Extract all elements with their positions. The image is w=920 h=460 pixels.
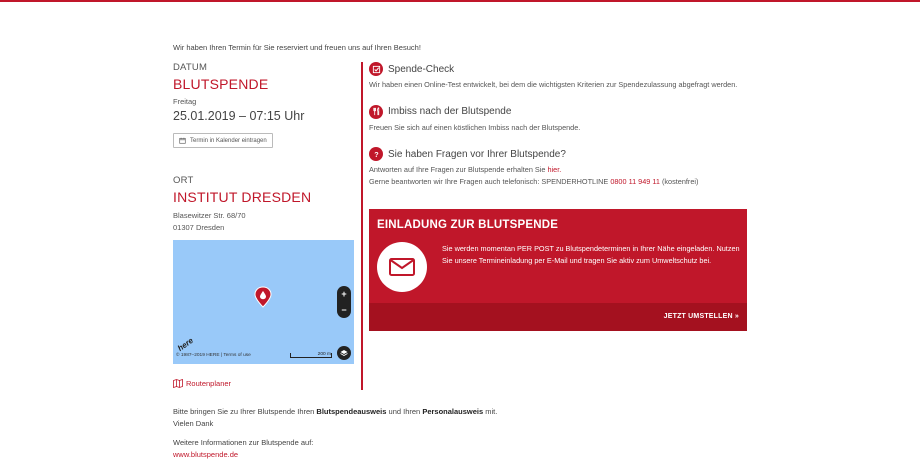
section-questions: ? Sie haben Fragen vor Ihrer Blutspende?… (369, 147, 749, 187)
add-to-calendar-button[interactable]: Termin in Kalender eintragen (173, 133, 273, 148)
zoom-out-button[interactable]: − (341, 305, 346, 315)
right-column: Spende-Check Wir haben einen Online-Test… (369, 62, 749, 201)
add-to-calendar-label: Termin in Kalender eintragen (190, 137, 267, 144)
section-donation-check: Spende-Check Wir haben einen Online-Test… (369, 62, 749, 91)
checklist-icon (369, 62, 383, 76)
switch-now-button[interactable]: JETZT UMSTELLEN » (664, 313, 739, 320)
location-street: Blasewitzer Str. 68/70 (173, 211, 246, 220)
faq-link[interactable]: hier. (547, 165, 561, 174)
section-title: Imbiss nach der Blutspende (388, 106, 512, 117)
appointment-type: BLUTSPENDE (173, 76, 269, 92)
here-logo: here (175, 335, 195, 354)
section-title: Sie haben Fragen vor Ihrer Blutspende? (388, 148, 566, 160)
thanks-text: Vielen Dank (173, 418, 214, 428)
footer-notes: Bitte bringen Sie zu Ihrer Blutspende Ih… (173, 406, 497, 460)
note-text: Bitte bringen Sie zu Ihrer Blutspende Ih… (173, 407, 317, 416)
question-icon: ? (369, 147, 383, 161)
more-info-text: Weitere Informationen zur Blutspende auf… (173, 438, 314, 447)
zoom-in-button[interactable]: + (341, 289, 346, 299)
bring-documents-note: Bitte bringen Sie zu Ihrer Blutspende Ih… (173, 406, 497, 418)
map-zoom-control: + − (337, 286, 351, 318)
top-accent-bar (0, 0, 920, 2)
envelope-icon (377, 242, 427, 292)
invitation-footer: JETZT UMSTELLEN » (369, 303, 747, 331)
hotline-link[interactable]: 0800 11 949 11 (610, 177, 660, 186)
invitation-text: Sie werden momentan PER POST zu Blutspen… (442, 244, 740, 265)
section-body: Freuen Sie sich auf einen köstlichen Imb… (369, 122, 581, 132)
note-text: mit. (483, 407, 498, 416)
left-column: DATUM BLUTSPENDE Freitag 25.01.2019 – 07… (173, 62, 355, 234)
location-city: 01307 Dresden (173, 223, 225, 232)
location-name: INSTITUT DRESDEN (173, 189, 312, 205)
invitation-banner: EINLADUNG ZUR BLUTSPENDE Sie werden mome… (369, 209, 747, 331)
blutspende-website-link[interactable]: www.blutspende.de (173, 449, 497, 460)
svg-text:?: ? (374, 150, 378, 159)
section-body: Wir haben einen Online-Test entwickelt, … (369, 80, 738, 89)
route-planner-link[interactable]: Routenplaner (173, 379, 231, 388)
layers-icon (340, 350, 348, 356)
route-planner-label: Routenplaner (186, 379, 232, 388)
id-card-label: Personalausweis (422, 407, 484, 416)
map-scale: 200 m (290, 352, 332, 358)
intro-text: Wir haben Ihren Termin für Sie reservier… (173, 43, 421, 52)
note-text: und Ihren (386, 407, 423, 416)
map-icon (173, 379, 183, 388)
answers-text: Antworten auf Ihre Fragen zur Blutspende… (369, 165, 548, 174)
invitation-title: EINLADUNG ZUR BLUTSPENDE (377, 219, 559, 231)
donor-card-label: Blutspendeausweis (316, 407, 387, 416)
cutlery-icon (369, 104, 383, 119)
map-pin-icon[interactable] (254, 286, 272, 308)
section-body: Antworten auf Ihre Fragen zur Blutspende… (369, 164, 749, 187)
map-copyright[interactable]: © 1987–2019 HERE | Terms of use (176, 353, 251, 358)
hotline-suffix: (kostenfrei) (659, 176, 699, 186)
weekday: Freitag (173, 97, 197, 106)
section-title: Spende-Check (388, 63, 455, 75)
location-label: ORT (173, 175, 194, 186)
hotline-text: Gerne beantworten wir Ihre Fragen auch t… (369, 176, 611, 186)
column-divider (361, 62, 363, 390)
map-layers-button[interactable] (337, 346, 351, 360)
section-snack: Imbiss nach der Blutspende Freuen Sie si… (369, 104, 749, 134)
calendar-icon (179, 137, 186, 144)
date-label: DATUM (173, 62, 208, 73)
appointment-datetime: 25.01.2019 – 07:15 Uhr (173, 109, 305, 123)
location-map[interactable]: + − here © 1987–2019 HERE | Terms of use… (173, 240, 354, 364)
